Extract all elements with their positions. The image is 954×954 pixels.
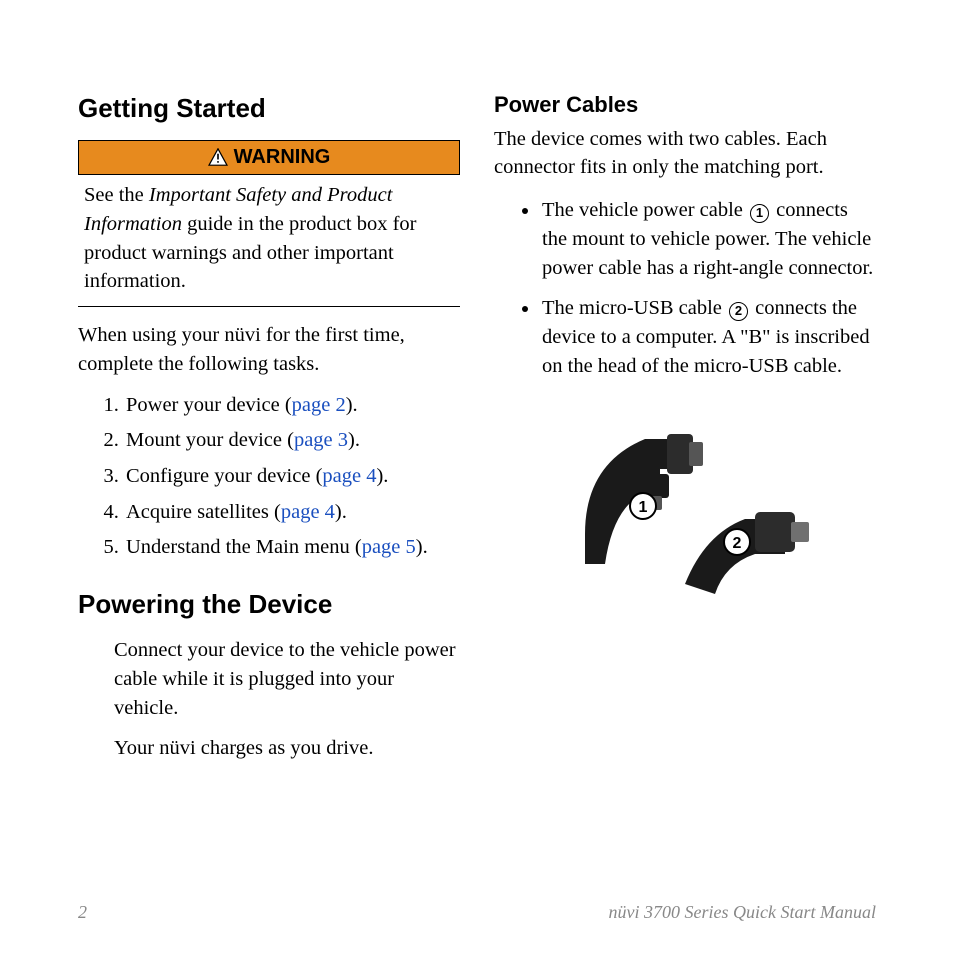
page-link[interactable]: page 3 <box>294 429 348 451</box>
heading-powering: Powering the Device <box>78 586 460 622</box>
cables-image: 1 2 <box>555 404 815 604</box>
callout-number: 1 <box>750 204 769 223</box>
warning-label: WARNING <box>234 143 331 171</box>
warning-bar: WARNING <box>78 140 460 175</box>
warning-icon <box>208 148 228 166</box>
left-column: Getting Started WARNING See the Importan… <box>78 90 460 880</box>
figure-callout-2: 2 <box>733 535 742 552</box>
page-link[interactable]: page 2 <box>292 394 346 416</box>
warning-prefix: See the <box>84 184 149 206</box>
page-link[interactable]: page 4 <box>322 465 376 487</box>
powering-p2: Your nüvi charges as you drive. <box>114 734 460 763</box>
task-item: Mount your device (page 3). <box>124 426 460 455</box>
callout-number: 2 <box>729 302 748 321</box>
task-item: Understand the Main menu (page 5). <box>124 533 460 562</box>
task-list: Power your device (page 2). Mount your d… <box>78 391 460 562</box>
page-number: 2 <box>78 900 87 925</box>
figure-callout-1: 1 <box>639 499 648 516</box>
cable-list: The vehicle power cable 1 connects the m… <box>494 196 876 380</box>
cable-item: The micro-USB cable 2 connects the devic… <box>540 294 876 380</box>
task-item: Acquire satellites (page 4). <box>124 498 460 527</box>
power-cables-intro: The device comes with two cables. Each c… <box>494 125 876 182</box>
page-link[interactable]: page 4 <box>281 501 335 523</box>
heading-getting-started: Getting Started <box>78 90 460 126</box>
task-item: Configure your device (page 4). <box>124 462 460 491</box>
warning-text: See the Important Safety and Product Inf… <box>78 179 460 307</box>
cable-item: The vehicle power cable 1 connects the m… <box>540 196 876 282</box>
right-column: Power Cables The device comes with two c… <box>494 90 876 880</box>
task-item: Power your device (page 2). <box>124 391 460 420</box>
cable-figure: 1 2 <box>494 404 876 604</box>
page-footer: 2 nüvi 3700 Series Quick Start Manual <box>78 900 876 925</box>
manual-title: nüvi 3700 Series Quick Start Manual <box>609 900 876 925</box>
intro-text: When using your nüvi for the first time,… <box>78 321 460 378</box>
page-link[interactable]: page 5 <box>362 536 416 558</box>
powering-p1: Connect your device to the vehicle power… <box>114 636 460 722</box>
heading-power-cables: Power Cables <box>494 90 876 121</box>
